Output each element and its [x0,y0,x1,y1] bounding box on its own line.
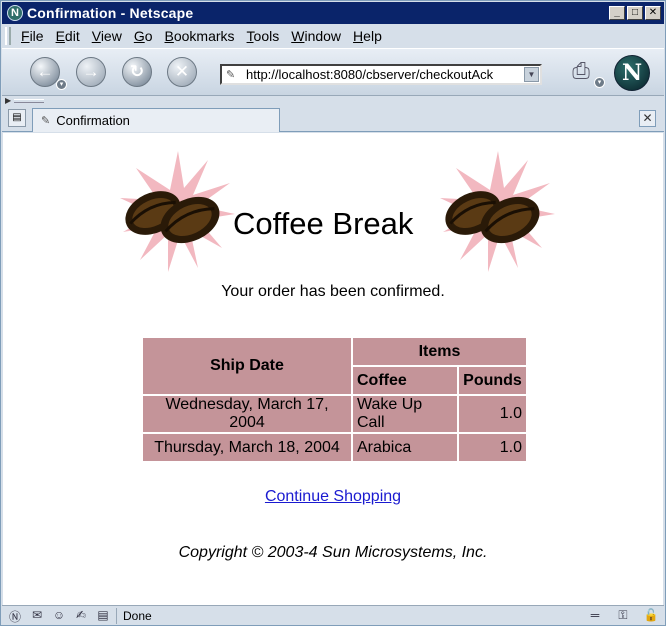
order-table: Ship Date Items Coffee Pounds Wednesday,… [141,336,528,463]
coffee-beans-right-image [438,148,558,274]
netscape-logo-icon[interactable]: N [614,55,650,91]
navigator-icon[interactable]: Ⓝ [6,608,24,624]
online-status-icon[interactable]: ═ [586,608,604,624]
tab-label: Confirmation [56,113,130,128]
instant-messenger-icon[interactable]: ☺ [50,608,68,624]
cell-coffee: Arabica [353,434,457,461]
menu-bar: File Edit View Go Bookmarks Tools Window… [2,24,664,48]
netscape-app-icon: N [7,5,23,21]
page-content: Coffee Break Your order has been confirm… [3,133,663,605]
toolbar-grip[interactable] [5,27,11,45]
confirmation-message: Your order has been confirmed. [221,283,445,300]
menu-window[interactable]: Window [285,28,347,44]
security-key-icon[interactable]: ⚿ [614,608,632,624]
reload-icon[interactable]: ↻ [122,57,152,87]
status-bar: Ⓝ ✉ ☺ ✍ ▤ Done ═ ⚿ 🔓 [2,605,664,625]
collapse-arrow-icon[interactable]: ▶ [5,96,11,105]
menu-edit[interactable]: Edit [50,28,86,44]
forward-arrow-icon[interactable]: → [76,57,106,87]
lock-icon[interactable]: 🔓 [642,608,660,624]
minimize-button[interactable]: _ [609,6,625,20]
cell-pounds: 1.0 [459,434,526,461]
address-book-icon[interactable]: ▤ [94,608,112,624]
toolbar-collapse-row: ▶ [2,96,664,106]
cell-coffee: Wake Up Call [353,396,457,432]
url-bar[interactable]: ✎ http://localhost:8080/cbserver/checkou… [220,64,542,85]
menu-help[interactable]: Help [347,28,388,44]
menu-go[interactable]: Go [128,28,159,44]
continue-shopping-row: Continue Shopping [3,488,663,506]
close-tab-icon[interactable]: ✕ [639,110,656,127]
stop-icon[interactable]: ✕ [167,57,197,87]
table-row: Wednesday, March 17, 2004 Wake Up Call 1… [143,396,526,432]
menu-bookmarks[interactable]: Bookmarks [159,28,241,44]
header-items: Items [353,338,526,365]
cell-ship-date: Thursday, March 18, 2004 [143,434,351,461]
back-history-dropdown-icon[interactable]: ▾ [56,79,67,90]
menu-file[interactable]: File [15,28,50,44]
window-title: Confirmation - Netscape [27,5,194,21]
title-bar: N Confirmation - Netscape _ □ ✕ [2,2,664,24]
header-coffee: Coffee [353,367,457,394]
status-text: Done [123,608,152,623]
menu-tools[interactable]: Tools [241,28,286,44]
page-link-icon: ✎ [226,69,236,81]
page-header: Coffee Break [3,148,663,278]
url-text[interactable]: http://localhost:8080/cbserver/checkoutA… [242,67,524,82]
copyright-text: Copyright © 2003-4 Sun Microsystems, Inc… [178,544,488,561]
page-icon: ✎ [41,115,51,127]
continue-shopping-link[interactable]: Continue Shopping [265,488,401,505]
tab-confirmation[interactable]: ✎ Confirmation [32,108,280,132]
status-separator [116,607,117,624]
collapse-grip[interactable] [14,99,44,103]
header-pounds: Pounds [459,367,526,394]
cell-pounds: 1.0 [459,396,526,432]
tab-bar: ▤ ✎ Confirmation ✕ [2,106,664,132]
print-icon[interactable]: ⎙ [567,58,595,83]
mail-icon[interactable]: ✉ [28,608,46,624]
coffee-beans-left-image [118,148,238,274]
print-dropdown-icon[interactable]: ▾ [594,77,605,88]
browser-window: N Confirmation - Netscape _ □ ✕ File Edi… [0,0,666,626]
cell-ship-date: Wednesday, March 17, 2004 [143,396,351,432]
composer-icon[interactable]: ✍ [72,608,90,624]
table-row: Thursday, March 18, 2004 Arabica 1.0 [143,434,526,461]
header-ship-date: Ship Date [143,338,351,394]
url-history-dropdown-icon[interactable]: ▼ [524,67,539,82]
close-window-button[interactable]: ✕ [645,6,661,20]
menu-view[interactable]: View [86,28,128,44]
navigation-toolbar: ← ▾ → ↻ ✕ ✎ http://localhost:8080/cbserv… [2,48,664,96]
new-tab-icon[interactable]: ▤ [8,109,26,127]
brand-title: Coffee Break [233,206,414,241]
maximize-button[interactable]: □ [627,6,643,20]
